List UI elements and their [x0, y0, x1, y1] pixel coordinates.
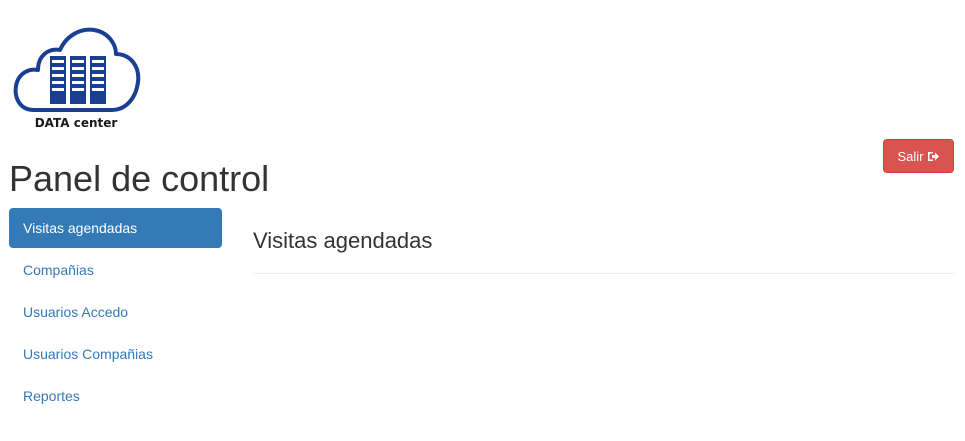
section-title: Visitas agendadas	[253, 228, 433, 253]
sidebar-item-companias[interactable]: Compañias	[9, 250, 222, 290]
sidebar-item-label: Visitas agendadas	[23, 220, 138, 236]
section-divider	[253, 273, 954, 274]
sidebar-item-label: Usuarios Compañias	[23, 346, 153, 362]
logout-button[interactable]: Salir	[883, 139, 954, 173]
sidebar-item-usuarios-accedo[interactable]: Usuarios Accedo	[9, 292, 222, 332]
sidebar-nav: Visitas agendadas Compañias Usuarios Acc…	[9, 208, 222, 418]
sidebar-item-label: Reportes	[23, 388, 80, 404]
logo-text: DATA center	[34, 116, 118, 130]
sign-out-icon	[927, 150, 940, 163]
cloud-server-icon	[13, 27, 141, 112]
sidebar-item-usuarios-companias[interactable]: Usuarios Compañias	[9, 334, 222, 374]
logo: DATA center	[12, 26, 142, 134]
logout-label: Salir	[897, 148, 924, 164]
page-title: Panel de control	[9, 158, 270, 199]
sidebar-item-label: Usuarios Accedo	[23, 304, 129, 320]
page: DATA center Salir Panel de control Visit…	[0, 0, 965, 441]
sidebar-item-reportes[interactable]: Reportes	[9, 376, 222, 416]
sidebar-item-visitas-agendadas[interactable]: Visitas agendadas	[9, 208, 222, 248]
sidebar-item-label: Compañias	[23, 262, 94, 278]
